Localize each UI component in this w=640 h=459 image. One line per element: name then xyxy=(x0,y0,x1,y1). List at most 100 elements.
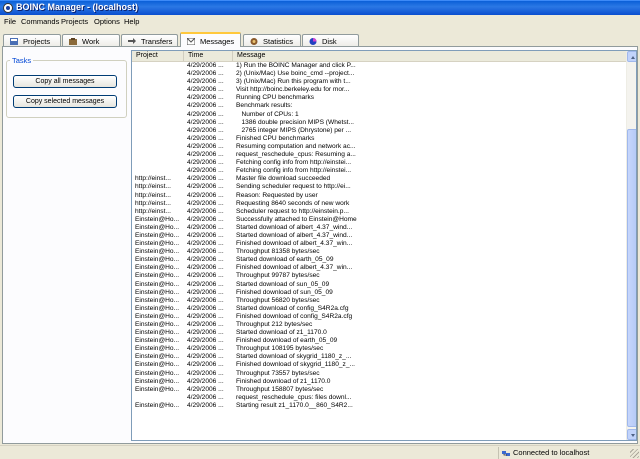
message-time: 4/29/2006 ... xyxy=(187,231,224,239)
message-row[interactable]: 4/29/2006 ... Running CPU benchmarks xyxy=(132,94,626,102)
message-text: Finished download of z1_1170.0 xyxy=(236,377,331,385)
message-row[interactable]: http://einst... 4/29/2006 ... Master file … xyxy=(132,175,626,183)
message-row[interactable]: Einstein@Ho... 4/29/2006 ... Finished down… xyxy=(132,337,626,345)
message-time: 4/29/2006 ... xyxy=(187,353,224,361)
vertical-scrollbar[interactable] xyxy=(626,51,636,440)
message-row[interactable]: http://einst... 4/29/2006 ... Sending sche… xyxy=(132,183,626,191)
message-project: Einstein@Ho... xyxy=(135,240,180,248)
message-text: Finished download of earth_05_09 xyxy=(236,337,338,345)
message-project: http://einst... xyxy=(135,191,171,199)
menu-file[interactable]: File xyxy=(4,17,16,26)
message-project: Einstein@Ho... xyxy=(135,353,180,361)
message-project: Einstein@Ho... xyxy=(135,264,180,272)
message-row[interactable]: 4/29/2006 ... 1) Run the BOINC Manager an… xyxy=(132,62,626,70)
menu-commands[interactable]: Commands xyxy=(21,17,59,26)
message-row[interactable]: 4/29/2006 ... request_reschedule_cpus: Re… xyxy=(132,151,626,159)
message-project: Einstein@Ho... xyxy=(135,231,180,239)
copy-selected-messages-button[interactable]: Copy selected messages xyxy=(13,95,117,108)
column-header-time[interactable]: Time xyxy=(184,51,233,61)
message-row[interactable]: http://einst... 4/29/2006 ... Reason: Requ… xyxy=(132,192,626,200)
message-row[interactable]: 4/29/2006 ... Benchmark results: xyxy=(132,102,626,110)
message-time: 4/29/2006 ... xyxy=(187,401,224,409)
message-text: Finished download of config_S4R2a.cfg xyxy=(236,312,353,320)
message-row[interactable]: 4/29/2006 ... request_reschedule_cpus: fi… xyxy=(132,394,626,402)
message-row[interactable]: Einstein@Ho... 4/29/2006 ... Finished down… xyxy=(132,264,626,272)
message-text: Started download of z1_1170.0 xyxy=(236,329,327,337)
message-row[interactable]: 4/29/2006 ... Fetching config info from h… xyxy=(132,159,626,167)
title-bar[interactable]: BOINC Manager - (localhost) xyxy=(0,0,640,15)
message-row[interactable]: Einstein@Ho... 4/29/2006 ... Throughput 10… xyxy=(132,345,626,353)
boinc-app-icon xyxy=(3,3,13,13)
message-text: Throughput 73557 bytes/sec xyxy=(236,369,320,377)
column-header-message[interactable]: Message xyxy=(233,51,626,61)
message-row[interactable]: Einstein@Ho... 4/29/2006 ... Started downl… xyxy=(132,232,626,240)
scroll-down-button[interactable] xyxy=(627,429,636,440)
tab-messages[interactable]: Messages xyxy=(180,32,241,47)
message-row[interactable]: Einstein@Ho... 4/29/2006 ... Finished down… xyxy=(132,240,626,248)
tab-strip: Projects Work Transfers Messages Statist… xyxy=(0,31,640,47)
message-time: 4/29/2006 ... xyxy=(187,345,224,353)
message-time: 4/29/2006 ... xyxy=(187,264,224,272)
message-text: Number of CPUs: 1 xyxy=(236,110,299,118)
message-row[interactable]: 4/29/2006 ... 2) (Unix/Mac) Use boinc_cmd… xyxy=(132,70,626,78)
message-row[interactable]: Einstein@Ho... 4/29/2006 ... Throughput 73… xyxy=(132,370,626,378)
message-project: Einstein@Ho... xyxy=(135,321,180,328)
message-row[interactable]: Einstein@Ho... 4/29/2006 ... Throughput 56… xyxy=(132,297,626,305)
message-row[interactable]: Einstein@Ho... 4/29/2006 ... Throughput 21… xyxy=(132,321,626,329)
message-time: 4/29/2006 ... xyxy=(187,102,224,110)
transfers-icon xyxy=(128,38,136,44)
message-time: 4/29/2006 ... xyxy=(187,159,224,167)
message-row[interactable]: Einstein@Ho... 4/29/2006 ... Started downl… xyxy=(132,329,626,337)
message-time: 4/29/2006 ... xyxy=(187,248,224,256)
message-row[interactable]: Einstein@Ho... 4/29/2006 ... Throughput 15… xyxy=(132,386,626,394)
message-time: 4/29/2006 ... xyxy=(187,70,224,78)
message-text: Requesting 8640 seconds of new work xyxy=(236,199,350,207)
message-time: 4/29/2006 ... xyxy=(187,207,224,215)
message-row[interactable]: 4/29/2006 ... 1386 double precision MIPS… xyxy=(132,119,626,127)
column-header-project[interactable]: Project xyxy=(132,51,184,61)
message-row[interactable]: Einstein@Ho... 4/29/2006 ... Started downl… xyxy=(132,224,626,232)
message-row[interactable]: 4/29/2006 ... Number of CPUs: 1 xyxy=(132,111,626,119)
copy-all-messages-button[interactable]: Copy all messages xyxy=(13,75,117,88)
message-row[interactable]: 4/29/2006 ... 3) (Unix/Mac) Run this prog… xyxy=(132,78,626,86)
scroll-up-button[interactable] xyxy=(627,51,636,62)
menu-help[interactable]: Help xyxy=(124,17,139,26)
messages-list[interactable]: Project Time Message 4/29/2006 ... 1) Run… xyxy=(131,50,637,441)
message-text: Throughput 56820 bytes/sec xyxy=(236,296,320,304)
message-time: 4/29/2006 ... xyxy=(187,296,224,304)
message-row[interactable]: Einstein@Ho... 4/29/2006 ... Successfully … xyxy=(132,216,626,224)
message-row[interactable]: Einstein@Ho... 4/29/2006 ... Finished down… xyxy=(132,313,626,321)
message-row[interactable]: 4/29/2006 ... Finished CPU benchmarks xyxy=(132,135,626,143)
message-text: 2765 integer MIPS (Dhrystone) per ... xyxy=(236,126,352,134)
message-row[interactable]: Einstein@Ho... 4/29/2006 ... Throughput 81… xyxy=(132,248,626,256)
message-row[interactable]: Einstein@Ho... 4/29/2006 ... Starting resu… xyxy=(132,402,626,410)
scroll-thumb[interactable] xyxy=(627,129,636,427)
message-row[interactable]: Einstein@Ho... 4/29/2006 ... Started downl… xyxy=(132,256,626,264)
message-row[interactable]: Einstein@Ho... 4/29/2006 ... Finished down… xyxy=(132,289,626,297)
message-row[interactable]: Einstein@Ho... 4/29/2006 ... Started downl… xyxy=(132,281,626,289)
message-row[interactable]: Einstein@Ho... 4/29/2006 ... Throughput 99… xyxy=(132,272,626,280)
resize-grip[interactable] xyxy=(630,449,639,458)
message-project: Einstein@Ho... xyxy=(135,401,180,409)
message-row[interactable]: Einstein@Ho... 4/29/2006 ... Finished down… xyxy=(132,378,626,386)
menu-projects[interactable]: Projects xyxy=(61,17,88,26)
message-row[interactable]: 4/29/2006 ... 2765 integer MIPS (Dhrysto… xyxy=(132,127,626,135)
message-row[interactable]: http://einst... 4/29/2006 ... Requesting 8… xyxy=(132,200,626,208)
message-text: Sending scheduler request to http://ei..… xyxy=(236,183,351,191)
menu-bar: File Commands Projects Options Help xyxy=(0,15,640,29)
message-row[interactable]: 4/29/2006 ... Fetching config info from h… xyxy=(132,167,626,175)
message-row[interactable]: http://einst... 4/29/2006 ... Scheduler re… xyxy=(132,208,626,216)
message-row[interactable]: Einstein@Ho... 4/29/2006 ... Started downl… xyxy=(132,305,626,313)
message-row[interactable]: 4/29/2006 ... Resuming computation and ne… xyxy=(132,143,626,151)
message-text: Started download of skygrid_1180_z_... xyxy=(236,353,352,361)
message-row[interactable]: Einstein@Ho... 4/29/2006 ... Started downl… xyxy=(132,353,626,361)
message-text: 2) (Unix/Mac) Use boinc_cmd --project... xyxy=(236,70,355,78)
message-text: request_reschedule_cpus: files downl... xyxy=(236,393,352,401)
message-time: 4/29/2006 ... xyxy=(187,151,224,159)
message-time: 4/29/2006 ... xyxy=(187,312,224,320)
message-time: 4/29/2006 ... xyxy=(187,167,224,175)
message-row[interactable]: 4/29/2006 ... Visit http://boinc.berkeley… xyxy=(132,86,626,94)
menu-options[interactable]: Options xyxy=(94,17,120,26)
message-row[interactable]: Einstein@Ho... 4/29/2006 ... Finished down… xyxy=(132,361,626,369)
message-text: Finished CPU benchmarks xyxy=(236,134,315,142)
